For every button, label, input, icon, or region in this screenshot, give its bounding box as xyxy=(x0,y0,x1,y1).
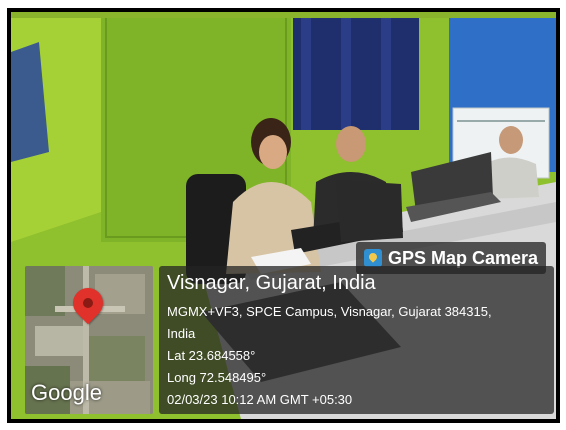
location-title: Visnagar, Gujarat, India xyxy=(167,272,376,294)
location-info-panel: Visnagar, Gujarat, India MGMX+VF3, SPCE … xyxy=(159,266,554,414)
office-photo: GPS Map Camera Google Visnagar, Gujarat,… xyxy=(11,12,556,419)
address-line-1: MGMX+VF3, SPCE Campus, Visnagar, Gujarat… xyxy=(167,304,492,319)
timestamp: 02/03/23 10:12 AM GMT +05:30 xyxy=(167,392,353,407)
map-pin-icon xyxy=(363,249,382,267)
address-line-2: India xyxy=(167,326,196,341)
google-logo: Google xyxy=(31,380,102,405)
map-thumbnail: Google xyxy=(25,266,153,414)
latitude: Lat 23.684558° xyxy=(167,348,256,363)
longitude: Long 72.548495° xyxy=(167,370,267,385)
